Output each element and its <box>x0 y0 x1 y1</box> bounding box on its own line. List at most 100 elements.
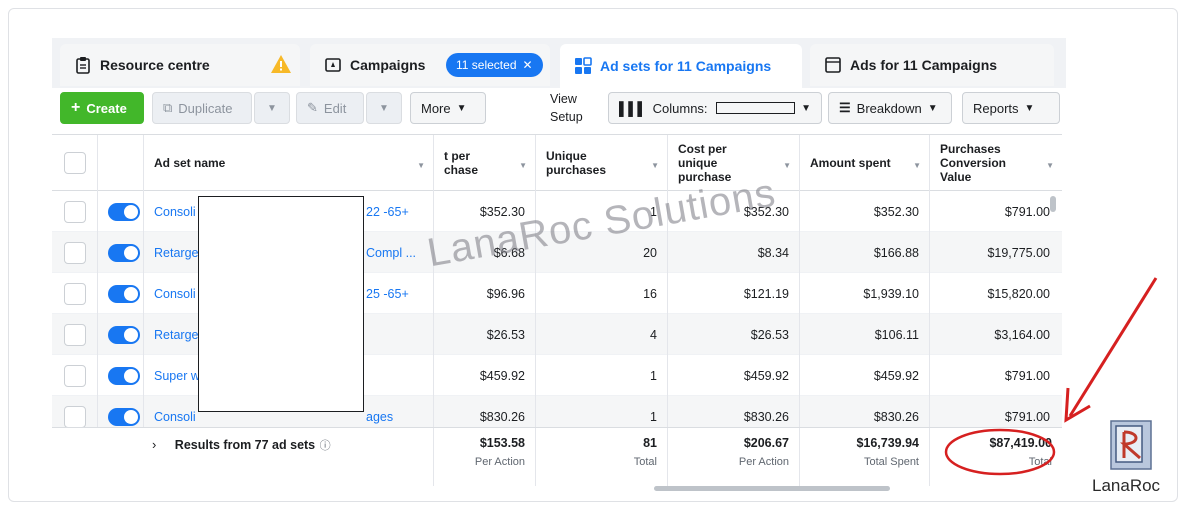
delivery-toggle[interactable] <box>108 202 140 221</box>
row-select-cell <box>52 314 98 355</box>
edit-button[interactable]: ✎ Edit <box>296 92 364 124</box>
view-setup-link[interactable]: View Setup <box>550 90 583 126</box>
ad-set-name-tail[interactable]: 22 -65+ <box>366 205 409 219</box>
row-checkbox[interactable] <box>64 405 86 428</box>
select-all-checkbox[interactable] <box>64 152 86 174</box>
delivery-toggle[interactable] <box>108 366 140 385</box>
edit-label: Edit <box>323 100 347 116</box>
row-checkbox[interactable] <box>64 364 86 387</box>
reports-dropdown[interactable]: Reports ▼ <box>962 92 1060 124</box>
ad-icon <box>825 57 841 73</box>
redaction-box <box>198 196 364 412</box>
tab-ads[interactable]: Ads for 11 Campaigns <box>810 44 1054 86</box>
row-select-cell <box>52 232 98 273</box>
create-label: Create <box>86 100 127 116</box>
more-button[interactable]: More ▼ <box>410 92 486 124</box>
row-select-cell <box>52 355 98 396</box>
cell-spent: $106.11 <box>800 314 930 355</box>
close-icon[interactable]: ✕ <box>523 58 533 72</box>
cell-spent: $352.30 <box>800 191 930 232</box>
chevron-right-icon[interactable]: › <box>152 437 156 452</box>
columns-dropdown[interactable]: ▌▌▌ Columns: ▼ <box>608 92 822 124</box>
caret-down-icon: ▼ <box>801 102 811 114</box>
breakdown-dropdown[interactable]: ☰ Breakdown ▼ <box>828 92 952 124</box>
duplicate-label: Duplicate <box>178 100 233 116</box>
sort-icon[interactable]: ▼ <box>913 159 921 173</box>
row-checkbox[interactable] <box>64 200 86 223</box>
row-checkbox[interactable] <box>64 323 86 346</box>
delivery-toggle[interactable] <box>108 325 140 344</box>
breakdown-icon: ☰ <box>839 100 851 115</box>
delivery-toggle[interactable] <box>108 407 140 426</box>
ad-set-name-tail[interactable]: 25 -65+ <box>366 287 409 301</box>
summary-value: 81 <box>643 436 657 450</box>
tab-ad-sets[interactable]: Ad sets for 11 Campaigns <box>560 44 802 88</box>
ad-set-name-tail[interactable]: ages <box>366 410 393 424</box>
row-checkbox[interactable] <box>64 282 86 305</box>
header-unique-purchases[interactable]: Unique purchases ▼ <box>536 135 668 191</box>
duplicate-button[interactable]: ⧉ Duplicate <box>152 92 252 124</box>
caret-down-icon: ▼ <box>927 102 938 114</box>
ad-set-name-link[interactable]: Consoli <box>154 410 196 424</box>
header-amount-spent[interactable]: Amount spent ▼ <box>800 135 930 191</box>
cell-cpu: $459.92 <box>668 355 800 396</box>
info-icon[interactable]: ⓘ <box>320 440 331 452</box>
more-label: More <box>421 100 451 116</box>
delivery-toggle[interactable] <box>108 284 140 303</box>
create-button[interactable]: + Create <box>60 92 144 124</box>
vertical-scrollbar[interactable] <box>1050 196 1056 212</box>
summary-label: Results from 77 ad sets <box>174 438 316 452</box>
sort-icon[interactable]: ▼ <box>519 159 527 173</box>
ad-set-name-link[interactable]: Retarge <box>154 328 198 342</box>
cell-cpp: $459.92 <box>434 355 536 396</box>
ad-set-name-link[interactable]: Retarge <box>154 246 198 260</box>
ad-set-name-link[interactable]: Super w <box>154 369 200 383</box>
sort-icon[interactable]: ▼ <box>783 159 791 173</box>
tab-ad-sets-label: Ad sets for 11 Campaigns <box>600 58 772 74</box>
cell-cpp: $96.96 <box>434 273 536 314</box>
delivery-toggle[interactable] <box>108 243 140 262</box>
header-label: Ad set name <box>154 156 226 170</box>
caret-down-icon: ▼ <box>456 102 467 114</box>
cell-cpp: $26.53 <box>434 314 536 355</box>
table-header: Ad set name ▼ t per chase ▼ Unique purchas… <box>52 135 1062 191</box>
summary-caption: Per Action <box>474 456 525 468</box>
row-toggle-cell <box>98 355 144 396</box>
summary-caption: Per Action <box>738 456 789 468</box>
tab-resource-centre[interactable]: Resource centre <box>60 44 300 86</box>
edit-dropdown[interactable]: ▼ <box>366 92 402 124</box>
toolbar: + Create ⧉ Duplicate ▼ ✎ Edit ▼ More ▼ V… <box>52 88 1066 132</box>
horizontal-scrollbar[interactable] <box>654 486 890 491</box>
ad-set-name-link[interactable]: Consoli <box>154 287 196 301</box>
row-toggle-cell <box>98 273 144 314</box>
columns-icon: ▌▌▌ <box>619 100 647 116</box>
selected-pill[interactable]: 11 selected ✕ <box>446 53 543 77</box>
summary-unique-purchases: 81 Total <box>536 428 668 486</box>
header-cost-per-purchase[interactable]: t per chase ▼ <box>434 135 536 191</box>
summary-value: $206.67 <box>743 436 789 450</box>
duplicate-dropdown[interactable]: ▼ <box>254 92 290 124</box>
ad-set-name-link[interactable]: Consoli <box>154 205 196 219</box>
columns-label: Columns: <box>652 100 708 116</box>
cell-cpu: $8.34 <box>668 232 800 273</box>
redacted-box <box>715 102 796 114</box>
summary-label-cell[interactable]: › Results from 77 ad sets ⓘ <box>52 428 434 486</box>
cell-unique: 16 <box>536 273 668 314</box>
header-select-all <box>52 135 98 191</box>
ad-set-name-tail[interactable]: Compl ... <box>366 246 416 260</box>
sort-icon[interactable]: ▼ <box>417 159 425 173</box>
cell-unique: 4 <box>536 314 668 355</box>
caret-down-icon: ▼ <box>379 102 389 114</box>
selected-pill-label: 11 selected <box>456 58 517 72</box>
grid-icon <box>575 57 592 74</box>
header-conversion-value[interactable]: Purchases Conversion Value ▼ <box>930 135 1062 191</box>
copy-icon: ⧉ <box>163 100 173 115</box>
row-select-cell <box>52 191 98 232</box>
sort-icon[interactable]: ▼ <box>1046 159 1054 173</box>
sort-icon[interactable]: ▼ <box>651 159 659 173</box>
header-ad-set-name[interactable]: Ad set name ▼ <box>144 135 434 191</box>
cell-unique: 1 <box>536 355 668 396</box>
row-checkbox[interactable] <box>64 241 86 264</box>
header-label: Cost per unique purchase <box>678 142 732 184</box>
clipboard-icon <box>76 57 90 74</box>
